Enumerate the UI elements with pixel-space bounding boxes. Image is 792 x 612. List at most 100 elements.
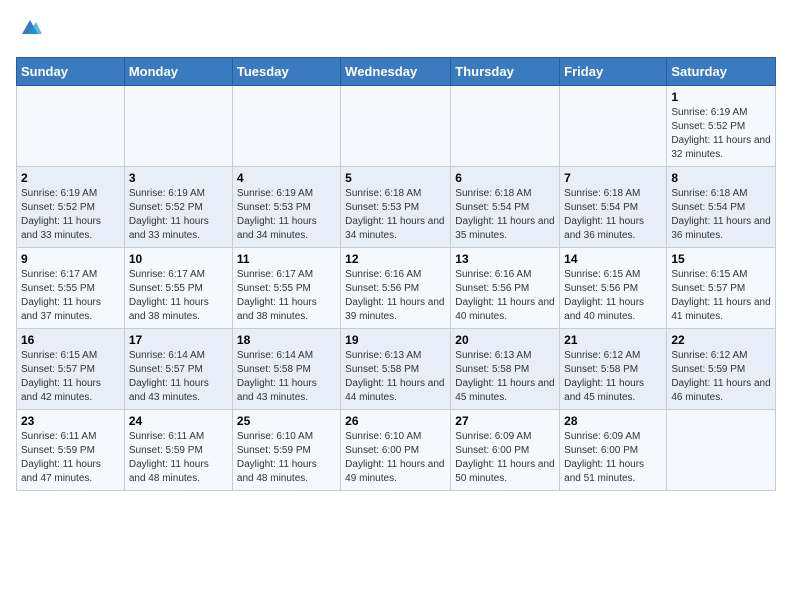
- header: [16, 16, 776, 45]
- calendar-cell: 2 Sunrise: 6:19 AM Sunset: 5:52 PM Daylig…: [17, 167, 125, 248]
- day-detail: Sunrise: 6:17 AM Sunset: 5:55 PM Dayligh…: [237, 268, 336, 324]
- day-number: 14: [564, 252, 662, 266]
- day-detail: Sunrise: 6:19 AM Sunset: 5:52 PM Dayligh…: [129, 187, 228, 243]
- calendar-cell: 16 Sunrise: 6:15 AM Sunset: 5:57 PM Dayli…: [17, 329, 125, 410]
- day-detail: Sunrise: 6:09 AM Sunset: 6:00 PM Dayligh…: [455, 430, 555, 486]
- calendar-cell: 25 Sunrise: 6:10 AM Sunset: 5:59 PM Dayli…: [232, 410, 340, 491]
- calendar-week-1: 1 Sunrise: 6:19 AM Sunset: 5:52 PM Daylig…: [17, 86, 776, 167]
- day-detail: Sunrise: 6:14 AM Sunset: 5:57 PM Dayligh…: [129, 349, 228, 405]
- calendar-cell: 1 Sunrise: 6:19 AM Sunset: 5:52 PM Daylig…: [667, 86, 776, 167]
- day-number: 1: [671, 90, 771, 104]
- calendar-cell: [232, 86, 340, 167]
- calendar-cell: [451, 86, 560, 167]
- logo: [16, 16, 42, 45]
- day-detail: Sunrise: 6:18 AM Sunset: 5:54 PM Dayligh…: [564, 187, 662, 243]
- day-detail: Sunrise: 6:19 AM Sunset: 5:52 PM Dayligh…: [671, 106, 771, 162]
- calendar-week-3: 9 Sunrise: 6:17 AM Sunset: 5:55 PM Daylig…: [17, 248, 776, 329]
- calendar-cell: 17 Sunrise: 6:14 AM Sunset: 5:57 PM Dayli…: [124, 329, 232, 410]
- day-number: 3: [129, 171, 228, 185]
- calendar-week-5: 23 Sunrise: 6:11 AM Sunset: 5:59 PM Dayli…: [17, 410, 776, 491]
- weekday-header-wednesday: Wednesday: [341, 58, 451, 86]
- weekday-header-tuesday: Tuesday: [232, 58, 340, 86]
- day-detail: Sunrise: 6:11 AM Sunset: 5:59 PM Dayligh…: [129, 430, 228, 486]
- calendar-cell: [341, 86, 451, 167]
- calendar-cell: [124, 86, 232, 167]
- day-number: 13: [455, 252, 555, 266]
- day-detail: Sunrise: 6:18 AM Sunset: 5:54 PM Dayligh…: [671, 187, 771, 243]
- day-detail: Sunrise: 6:13 AM Sunset: 5:58 PM Dayligh…: [345, 349, 446, 405]
- logo-icon: [18, 16, 42, 40]
- day-number: 16: [21, 333, 120, 347]
- weekday-header-row: SundayMondayTuesdayWednesdayThursdayFrid…: [17, 58, 776, 86]
- day-number: 11: [237, 252, 336, 266]
- calendar-cell: 20Sunrise: 6:13 AM Sunset: 5:58 PM Dayli…: [451, 329, 560, 410]
- weekday-header-monday: Monday: [124, 58, 232, 86]
- day-number: 27: [455, 414, 555, 428]
- calendar-cell: 28 Sunrise: 6:09 AM Sunset: 6:00 PM Dayli…: [560, 410, 667, 491]
- calendar-week-2: 2 Sunrise: 6:19 AM Sunset: 5:52 PM Daylig…: [17, 167, 776, 248]
- calendar-cell: 22 Sunrise: 6:12 AM Sunset: 5:59 PM Dayli…: [667, 329, 776, 410]
- calendar-cell: 8 Sunrise: 6:18 AM Sunset: 5:54 PM Daylig…: [667, 167, 776, 248]
- calendar-cell: 21 Sunrise: 6:12 AM Sunset: 5:58 PM Dayli…: [560, 329, 667, 410]
- day-detail: Sunrise: 6:17 AM Sunset: 5:55 PM Dayligh…: [129, 268, 228, 324]
- calendar-cell: 13 Sunrise: 6:16 AM Sunset: 5:56 PM Dayli…: [451, 248, 560, 329]
- day-number: 21: [564, 333, 662, 347]
- calendar-cell: 9 Sunrise: 6:17 AM Sunset: 5:55 PM Daylig…: [17, 248, 125, 329]
- calendar-cell: 5 Sunrise: 6:18 AM Sunset: 5:53 PM Daylig…: [341, 167, 451, 248]
- weekday-header-thursday: Thursday: [451, 58, 560, 86]
- calendar-week-4: 16 Sunrise: 6:15 AM Sunset: 5:57 PM Dayli…: [17, 329, 776, 410]
- day-number: 19: [345, 333, 446, 347]
- day-detail: Sunrise: 6:19 AM Sunset: 5:52 PM Dayligh…: [21, 187, 120, 243]
- day-number: 24: [129, 414, 228, 428]
- day-detail: Sunrise: 6:11 AM Sunset: 5:59 PM Dayligh…: [21, 430, 120, 486]
- calendar-cell: 18 Sunrise: 6:14 AM Sunset: 5:58 PM Dayli…: [232, 329, 340, 410]
- day-number: 23: [21, 414, 120, 428]
- day-number: 2: [21, 171, 120, 185]
- day-detail: Sunrise: 6:15 AM Sunset: 5:56 PM Dayligh…: [564, 268, 662, 324]
- weekday-header-friday: Friday: [560, 58, 667, 86]
- calendar-cell: 24 Sunrise: 6:11 AM Sunset: 5:59 PM Dayli…: [124, 410, 232, 491]
- day-detail: Sunrise: 6:15 AM Sunset: 5:57 PM Dayligh…: [21, 349, 120, 405]
- day-number: 25: [237, 414, 336, 428]
- day-detail: Sunrise: 6:10 AM Sunset: 5:59 PM Dayligh…: [237, 430, 336, 486]
- calendar-cell: 26Sunrise: 6:10 AM Sunset: 6:00 PM Dayli…: [341, 410, 451, 491]
- weekday-header-saturday: Saturday: [667, 58, 776, 86]
- day-detail: Sunrise: 6:15 AM Sunset: 5:57 PM Dayligh…: [671, 268, 771, 324]
- calendar-cell: 19 Sunrise: 6:13 AM Sunset: 5:58 PM Dayli…: [341, 329, 451, 410]
- day-number: 17: [129, 333, 228, 347]
- calendar-cell: 14 Sunrise: 6:15 AM Sunset: 5:56 PM Dayli…: [560, 248, 667, 329]
- calendar-cell: [667, 410, 776, 491]
- calendar-cell: 10 Sunrise: 6:17 AM Sunset: 5:55 PM Dayli…: [124, 248, 232, 329]
- day-number: 15: [671, 252, 771, 266]
- day-detail: Sunrise: 6:16 AM Sunset: 5:56 PM Dayligh…: [455, 268, 555, 324]
- day-detail: Sunrise: 6:12 AM Sunset: 5:59 PM Dayligh…: [671, 349, 771, 405]
- day-number: 8: [671, 171, 771, 185]
- day-number: 7: [564, 171, 662, 185]
- day-number: 4: [237, 171, 336, 185]
- day-detail: Sunrise: 6:10 AM Sunset: 6:00 PM Dayligh…: [345, 430, 446, 486]
- day-number: 10: [129, 252, 228, 266]
- calendar-cell: 3 Sunrise: 6:19 AM Sunset: 5:52 PM Daylig…: [124, 167, 232, 248]
- day-number: 6: [455, 171, 555, 185]
- day-number: 12: [345, 252, 446, 266]
- day-detail: Sunrise: 6:17 AM Sunset: 5:55 PM Dayligh…: [21, 268, 120, 324]
- day-detail: Sunrise: 6:09 AM Sunset: 6:00 PM Dayligh…: [564, 430, 662, 486]
- day-number: 5: [345, 171, 446, 185]
- day-detail: Sunrise: 6:14 AM Sunset: 5:58 PM Dayligh…: [237, 349, 336, 405]
- day-detail: Sunrise: 6:18 AM Sunset: 5:54 PM Dayligh…: [455, 187, 555, 243]
- day-number: 22: [671, 333, 771, 347]
- day-number: 20: [455, 333, 555, 347]
- calendar-cell: 15 Sunrise: 6:15 AM Sunset: 5:57 PM Dayli…: [667, 248, 776, 329]
- day-number: 28: [564, 414, 662, 428]
- calendar-cell: 23 Sunrise: 6:11 AM Sunset: 5:59 PM Dayli…: [17, 410, 125, 491]
- day-number: 18: [237, 333, 336, 347]
- calendar-cell: 6 Sunrise: 6:18 AM Sunset: 5:54 PM Daylig…: [451, 167, 560, 248]
- calendar-table: SundayMondayTuesdayWednesdayThursdayFrid…: [16, 57, 776, 491]
- calendar-cell: [17, 86, 125, 167]
- weekday-header-sunday: Sunday: [17, 58, 125, 86]
- day-detail: Sunrise: 6:19 AM Sunset: 5:53 PM Dayligh…: [237, 187, 336, 243]
- day-detail: Sunrise: 6:18 AM Sunset: 5:53 PM Dayligh…: [345, 187, 446, 243]
- day-number: 9: [21, 252, 120, 266]
- day-detail: Sunrise: 6:12 AM Sunset: 5:58 PM Dayligh…: [564, 349, 662, 405]
- day-detail: Sunrise: 6:16 AM Sunset: 5:56 PM Dayligh…: [345, 268, 446, 324]
